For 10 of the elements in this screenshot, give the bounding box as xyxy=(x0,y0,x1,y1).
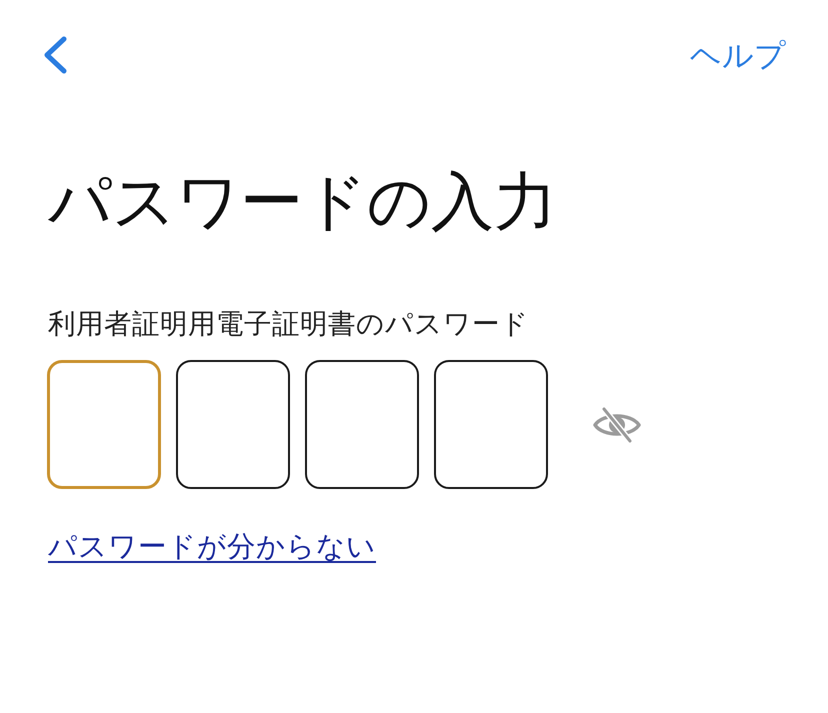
digit-field[interactable] xyxy=(176,360,290,490)
page-title: パスワードの入力 xyxy=(48,164,558,240)
back-chevron-icon[interactable] xyxy=(42,36,68,74)
digit-field[interactable] xyxy=(305,360,419,490)
digit-field[interactable] xyxy=(47,360,161,490)
digit-field[interactable] xyxy=(434,360,548,490)
password-label: 利用者証明用電子証明書のパスワード xyxy=(48,306,530,342)
forgot-password-link[interactable]: パスワードが分からない xyxy=(48,529,376,565)
help-link[interactable]: ヘルプ xyxy=(690,38,786,76)
eye-slash-icon[interactable] xyxy=(593,406,641,444)
